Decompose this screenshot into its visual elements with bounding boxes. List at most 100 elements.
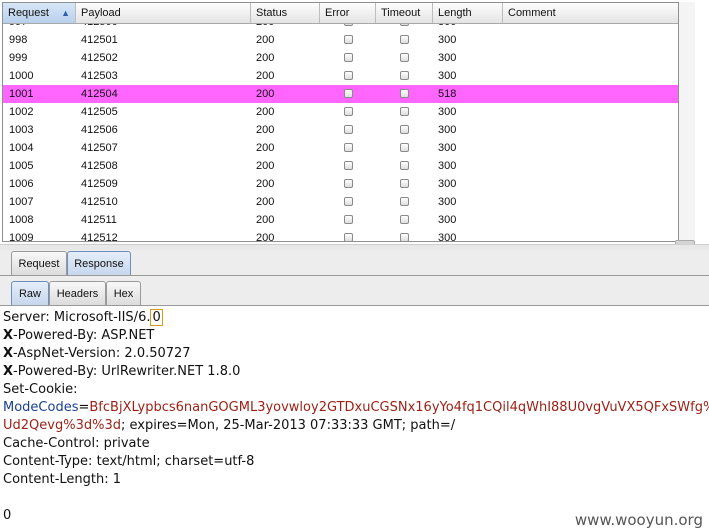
error-checkbox[interactable] (344, 197, 353, 206)
cell-request: 1007 (9, 196, 34, 208)
error-checkbox[interactable] (344, 215, 353, 224)
cell-request: 1005 (9, 160, 34, 172)
timeout-checkbox[interactable] (400, 197, 409, 206)
column-header-comment[interactable]: Comment (503, 3, 678, 23)
error-checkbox[interactable] (344, 161, 353, 170)
cell-status: 200 (256, 178, 275, 190)
column-header-error[interactable]: Error (320, 3, 376, 23)
cell-length: 300 (438, 160, 457, 172)
error-checkbox[interactable] (344, 143, 353, 152)
table-row[interactable]: 1000 412503 200 300 (3, 67, 678, 85)
cell-request: 998 (9, 34, 28, 46)
cell-payload: 412501 (81, 34, 118, 46)
tab-request[interactable]: Request (11, 251, 67, 275)
table-row[interactable]: 1008 412511 200 300 (3, 211, 678, 229)
response-body-line: 0 (3, 508, 12, 523)
timeout-checkbox[interactable] (400, 89, 409, 98)
column-header-status[interactable]: Status (251, 3, 320, 23)
error-checkbox[interactable] (344, 53, 353, 62)
cell-length: 300 (438, 52, 457, 64)
table-row[interactable]: 1002 412505 200 300 (3, 103, 678, 121)
cell-length: 300 (438, 196, 457, 208)
cell-status: 200 (256, 142, 275, 154)
timeout-checkbox[interactable] (400, 53, 409, 62)
cell-payload: 412502 (81, 52, 118, 64)
column-header-request[interactable]: Request ▲ (3, 3, 76, 23)
error-checkbox[interactable] (344, 107, 353, 116)
cell-request: 1008 (9, 214, 34, 226)
cell-status: 200 (256, 196, 275, 208)
timeout-checkbox[interactable] (400, 35, 409, 44)
view-mode-tabs: Raw Headers Hex (0, 276, 709, 306)
table-header: Request ▲ Payload Status Error Timeout L… (3, 3, 678, 24)
cell-request: 1000 (9, 70, 34, 82)
error-checkbox[interactable] (344, 89, 353, 98)
table-row[interactable]: 1004 412507 200 300 (3, 139, 678, 157)
timeout-checkbox[interactable] (400, 143, 409, 152)
cell-payload: 412511 (81, 214, 117, 226)
timeout-checkbox[interactable] (400, 233, 409, 241)
results-table[interactable]: 9974125002003009984125012003009994125022… (2, 2, 679, 242)
cell-request: 1004 (9, 142, 34, 154)
cell-length: 300 (438, 142, 457, 154)
column-header-length[interactable]: Length (433, 3, 503, 23)
cell-payload: 412503 (81, 70, 118, 82)
cell-length: 300 (438, 106, 457, 118)
error-checkbox[interactable] (344, 179, 353, 188)
error-checkbox[interactable] (344, 233, 353, 241)
table-row[interactable]: 1006 412509 200 300 (3, 175, 678, 193)
cell-payload: 412509 (81, 178, 118, 190)
table-row[interactable]: 999 412502 200 300 (3, 49, 678, 67)
error-checkbox[interactable] (344, 35, 353, 44)
table-row[interactable]: 1005 412508 200 300 (3, 157, 678, 175)
cell-request: 1002 (9, 106, 34, 118)
timeout-checkbox[interactable] (400, 107, 409, 116)
cookie-line: ModeCodes=BfcBjXLypbcs6nanGOGML3yovwloy2… (3, 399, 709, 417)
cell-payload: 412505 (81, 106, 118, 118)
timeout-checkbox[interactable] (400, 125, 409, 134)
table-scrollbar[interactable] (679, 2, 695, 240)
tab-raw[interactable]: Raw (11, 281, 49, 305)
cache-control-line: Cache-Control: private (3, 436, 150, 451)
cell-status: 200 (256, 214, 275, 226)
tab-response[interactable]: Response (67, 251, 131, 275)
column-header-timeout[interactable]: Timeout (376, 3, 433, 23)
column-header-payload[interactable]: Payload (76, 3, 251, 23)
cell-payload: 412508 (81, 160, 118, 172)
cell-status: 200 (256, 88, 275, 100)
cookie-name: ModeCodes (3, 400, 79, 415)
cell-request: 999 (9, 52, 28, 64)
x-powered-by-rewriter-line: X-Powered-By: UrlRewriter.NET 1.8.0 (3, 364, 241, 379)
timeout-checkbox[interactable] (400, 215, 409, 224)
results-panel: 9974125002003009984125012003009994125022… (0, 0, 709, 247)
set-cookie-line: Set-Cookie: (3, 382, 78, 397)
content-length-line: Content-Length: 1 (3, 472, 122, 487)
cookie-value-end: Ud2Qevg%3d%3d (3, 418, 121, 433)
table-row[interactable]: 1007 412510 200 300 (3, 193, 678, 211)
raw-response-text[interactable]: Server: Microsoft-IIS/6. 0 X-Powered-By: … (0, 306, 709, 531)
cell-status: 200 (256, 52, 275, 64)
timeout-checkbox[interactable] (400, 161, 409, 170)
request-response-tabs: Request Response (0, 250, 709, 276)
cell-request: 1003 (9, 124, 34, 136)
error-checkbox[interactable] (344, 125, 353, 134)
content-type-line: Content-Type: text/html; charset=utf-8 (3, 454, 255, 469)
cookie-line-continued: Ud2Qevg%3d%3d; expires=Mon, 25-Mar-2013 … (3, 418, 456, 433)
table-row[interactable]: 1009 412512 200 300 (3, 229, 678, 241)
cell-status: 200 (256, 160, 275, 172)
cell-request: 1006 (9, 178, 34, 190)
timeout-checkbox[interactable] (400, 179, 409, 188)
cell-length: 300 (438, 34, 457, 46)
table-row[interactable]: 1003 412506 200 300 (3, 121, 678, 139)
text-cursor: 0 (150, 309, 163, 326)
table-row[interactable]: 998 412501 200 300 (3, 31, 678, 49)
tab-headers[interactable]: Headers (49, 281, 106, 305)
cell-status: 200 (256, 106, 275, 118)
cell-length: 518 (438, 88, 457, 100)
tab-hex[interactable]: Hex (106, 281, 141, 305)
watermark: www.wooyun.org (574, 511, 703, 529)
error-checkbox[interactable] (344, 71, 353, 80)
table-row-highlighted[interactable]: 1001 412504 200 518 (3, 85, 678, 103)
cell-length: 300 (438, 178, 457, 190)
timeout-checkbox[interactable] (400, 71, 409, 80)
